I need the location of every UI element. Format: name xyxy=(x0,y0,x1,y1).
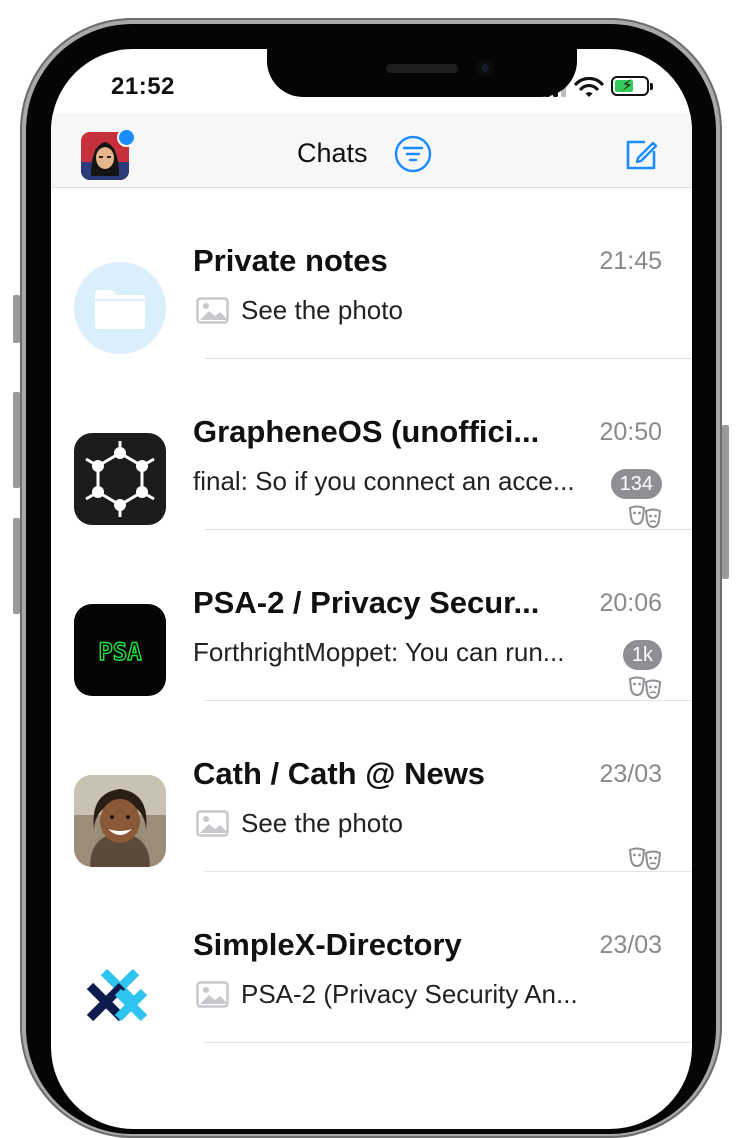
folder-icon xyxy=(74,262,166,354)
chat-list: Private notes 21:45 See the photo Graphe… xyxy=(51,188,692,1043)
chat-time: 23/03 xyxy=(599,931,662,959)
volume-up-button xyxy=(13,392,20,488)
chat-preview: See the photo xyxy=(241,295,403,325)
chat-name: Private notes xyxy=(193,243,388,278)
psa-logo-text: PSA xyxy=(98,638,142,666)
status-time: 21:52 xyxy=(111,73,175,100)
chat-name: Cath / Cath @ News xyxy=(193,756,486,791)
speaker xyxy=(386,64,458,73)
person-photo xyxy=(74,775,166,867)
chat-row-simplex-directory[interactable]: SimpleX-Directory 23/03 PSA-2 (Privacy S… xyxy=(51,872,692,1043)
chat-row-cath[interactable]: Cath / Cath @ News 23/03 See the photo xyxy=(51,701,692,872)
incognito-masks-icon xyxy=(628,847,662,871)
chat-preview: ForthrightMoppet: You can run... xyxy=(193,637,565,667)
chat-name: PSA-2 / Privacy Secur... xyxy=(193,585,540,620)
psa-logo: PSA xyxy=(74,604,166,696)
chat-time: 21:45 xyxy=(599,247,662,275)
front-camera xyxy=(476,59,494,77)
notch xyxy=(267,49,577,97)
profile-notification-dot xyxy=(117,128,136,147)
chat-time: 20:06 xyxy=(599,589,662,617)
image-icon xyxy=(196,981,229,1008)
chat-row-psa-2[interactable]: PSA PSA-2 / Privacy Secur... 20:06 Forth… xyxy=(51,530,692,701)
image-icon xyxy=(196,297,229,324)
page-title: Chats xyxy=(297,138,368,168)
simplex-logo xyxy=(74,946,166,1038)
nav-header: Chats xyxy=(51,113,692,188)
screen: 21:52 ⚡ Chats Private notes 21:45 See th… xyxy=(51,49,692,1129)
graphene-logo xyxy=(74,433,166,525)
chat-row-grapheneos[interactable]: GrapheneOS (unoffici... 20:50 final: So … xyxy=(51,359,692,530)
chat-time: 23/03 xyxy=(599,760,662,788)
chat-preview: PSA-2 (Privacy Security An... xyxy=(241,979,578,1009)
volume-down-button xyxy=(13,518,20,614)
chat-row-private-notes[interactable]: Private notes 21:45 See the photo xyxy=(51,188,692,359)
incognito-masks-icon xyxy=(628,505,662,529)
divider xyxy=(204,1042,692,1043)
wifi-icon xyxy=(574,76,604,97)
mute-switch xyxy=(13,295,20,343)
chat-name: SimpleX-Directory xyxy=(193,927,462,962)
unread-badge: 1k xyxy=(622,640,662,670)
incognito-masks-icon xyxy=(628,676,662,700)
filter-icon[interactable] xyxy=(394,135,432,173)
battery-cap xyxy=(650,83,653,90)
chat-preview: final: So if you connect an acce... xyxy=(193,466,575,496)
chat-name: GrapheneOS (unoffici... xyxy=(193,414,540,449)
image-icon xyxy=(196,810,229,837)
unread-badge: 134 xyxy=(610,469,662,499)
chat-preview: See the photo xyxy=(241,808,403,838)
chat-time: 20:50 xyxy=(599,418,662,446)
battery-icon: ⚡ xyxy=(611,76,649,96)
power-button xyxy=(722,425,729,579)
compose-icon[interactable] xyxy=(623,137,659,173)
